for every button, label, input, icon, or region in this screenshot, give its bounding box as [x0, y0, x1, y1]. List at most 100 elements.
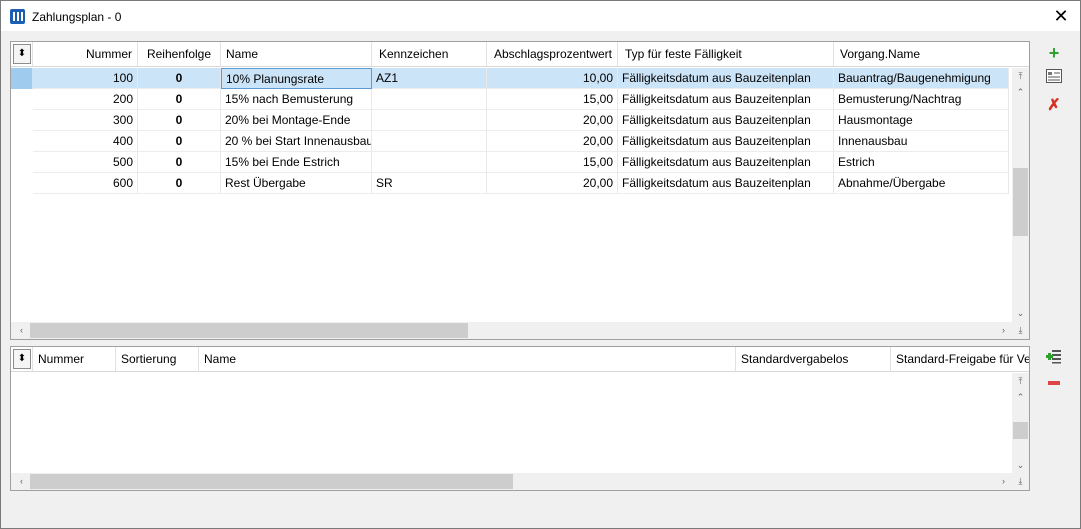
row-indicator[interactable] [11, 89, 32, 110]
sort-updown-icon[interactable]: ⬍ [13, 349, 31, 369]
vertical-scrollbar-2[interactable]: ⤒ ⌃ ⌄ [1012, 373, 1029, 475]
column-header-name[interactable]: Name [221, 42, 372, 67]
zahlungsplan-window: Zahlungsplan - 0 ✕ ⬍ Nummer Reihenfolge … [0, 0, 1081, 529]
scroll-left-icon[interactable]: ‹ [13, 473, 30, 490]
scroll-right-icon[interactable]: › [995, 322, 1012, 339]
payment-plan-grid: ⬍ Nummer Reihenfolge Name Kennzeichen Ab… [10, 41, 1030, 340]
cell-vorgang-name[interactable]: Innenausbau [834, 131, 1009, 152]
cell-name[interactable]: 15% bei Ende Estrich [221, 152, 372, 173]
column-header-kennzeichen[interactable]: Kennzeichen [372, 42, 487, 67]
cell-abschlagsprozentwert[interactable]: 15,00 [487, 152, 618, 173]
column-header-reihenfolge[interactable]: Reihenfolge [138, 42, 221, 67]
column-header-abschlagsprozentwert[interactable]: Abschlagsprozentwert [487, 42, 618, 67]
cell-reihenfolge[interactable]: 0 [138, 110, 221, 131]
column-header-standard-freigabe[interactable]: Standard-Freigabe für Ver [891, 347, 1029, 372]
horizontal-scroll-thumb-2[interactable] [30, 474, 513, 489]
scroll-up-icon[interactable]: ⌃ [1012, 389, 1029, 406]
table-row[interactable]: 500 0 15% bei Ende Estrich 15,00 Fälligkeits… [11, 152, 1009, 173]
app-icon [10, 9, 25, 24]
column-header-sortierung[interactable]: Sortierung [116, 347, 199, 372]
cell-reihenfolge[interactable]: 0 [138, 152, 221, 173]
scroll-up-icon[interactable]: ⌃ [1012, 84, 1029, 101]
cell-typ[interactable]: Fälligkeitsdatum aus Bauzeitenplan [618, 110, 834, 131]
cell-kennzeichen[interactable] [372, 152, 487, 173]
cell-vorgang-name[interactable]: Abnahme/Übergabe [834, 173, 1009, 194]
column-header-standardvergabelos[interactable]: Standardvergabelos [736, 347, 891, 372]
column-header-vorgang-name[interactable]: Vorgang.Name [834, 42, 1029, 67]
cell-nummer[interactable]: 300 [33, 110, 138, 131]
plus-icon[interactable]: + [1044, 43, 1064, 63]
close-icon[interactable]: ✕ [1050, 5, 1072, 27]
column-header-nummer-2[interactable]: Nummer [33, 347, 116, 372]
cell-typ[interactable]: Fälligkeitsdatum aus Bauzeitenplan [618, 173, 834, 194]
sort-updown-icon[interactable]: ⬍ [13, 44, 31, 64]
cell-vorgang-name[interactable]: Bauantrag/Baugenehmigung [834, 68, 1009, 89]
row-indicator[interactable] [11, 68, 32, 89]
cell-reihenfolge[interactable]: 0 [138, 173, 221, 194]
scroll-top-icon[interactable]: ⤒ [1012, 373, 1029, 390]
cell-kennzeichen[interactable] [372, 110, 487, 131]
scroll-bottom-icon[interactable]: ⤓ [1012, 322, 1029, 339]
cell-vorgang-name[interactable]: Estrich [834, 152, 1009, 173]
cell-nummer[interactable]: 100 [33, 68, 138, 89]
column-header-typ[interactable]: Typ für feste Fälligkeit [618, 42, 834, 67]
cell-name[interactable]: 20% bei Montage-Ende [221, 110, 372, 131]
sort-header-cell: ⬍ [11, 42, 33, 67]
delete-x-icon[interactable]: ✗ [1044, 96, 1064, 116]
cell-name[interactable]: 10% Planungsrate [221, 68, 372, 89]
scroll-bottom-icon[interactable]: ⤓ [1012, 473, 1029, 490]
cell-name[interactable]: 15% nach Bemusterung [221, 89, 372, 110]
table-row[interactable]: 200 0 15% nach Bemusterung 15,00 Fälligkeits… [11, 89, 1009, 110]
cell-kennzeichen[interactable]: AZ1 [372, 68, 487, 89]
cell-typ[interactable]: Fälligkeitsdatum aus Bauzeitenplan [618, 131, 834, 152]
vertical-scrollbar[interactable]: ⤒ ⌃ ⌄ [1012, 68, 1029, 324]
details-icon[interactable] [1044, 69, 1064, 89]
cell-kennzeichen[interactable] [372, 131, 487, 152]
table-row[interactable]: 300 0 20% bei Montage-Ende 20,00 Fälligkeits… [11, 110, 1009, 131]
detail-grid: ⬍ Nummer Sortierung Name Standardvergabe… [10, 346, 1030, 491]
cell-kennzeichen[interactable] [372, 89, 487, 110]
scroll-right-icon[interactable]: › [995, 473, 1012, 490]
cell-reihenfolge[interactable]: 0 [138, 89, 221, 110]
cell-nummer[interactable]: 600 [33, 173, 138, 194]
horizontal-scroll-thumb[interactable] [30, 323, 468, 338]
cell-vorgang-name[interactable]: Hausmontage [834, 110, 1009, 131]
horizontal-scrollbar[interactable]: ‹ › ⤓ [11, 322, 1029, 339]
row-indicator[interactable] [11, 110, 32, 131]
add-list-icon[interactable] [1044, 348, 1064, 368]
scroll-down-icon[interactable]: ⌄ [1012, 457, 1029, 474]
cell-abschlagsprozentwert[interactable]: 20,00 [487, 110, 618, 131]
scroll-down-icon[interactable]: ⌄ [1012, 305, 1029, 322]
cell-reihenfolge[interactable]: 0 [138, 131, 221, 152]
row-indicator[interactable] [11, 173, 32, 194]
vertical-scroll-thumb[interactable] [1013, 168, 1028, 236]
row-indicator[interactable] [11, 131, 32, 152]
horizontal-scrollbar-2[interactable]: ‹ › ⤓ [11, 473, 1029, 490]
vertical-scroll-thumb-2[interactable] [1013, 422, 1028, 439]
sort-header-cell-2: ⬍ [11, 347, 33, 372]
column-header-name-2[interactable]: Name [199, 347, 736, 372]
row-indicator[interactable] [11, 152, 32, 173]
cell-typ[interactable]: Fälligkeitsdatum aus Bauzeitenplan [618, 152, 834, 173]
cell-typ[interactable]: Fälligkeitsdatum aus Bauzeitenplan [618, 68, 834, 89]
cell-abschlagsprozentwert[interactable]: 15,00 [487, 89, 618, 110]
scroll-top-icon[interactable]: ⤒ [1012, 68, 1029, 85]
table-row[interactable]: 100 0 10% Planungsrate AZ1 10,00 Fälligkeitsd… [11, 68, 1009, 89]
cell-name[interactable]: Rest Übergabe [221, 173, 372, 194]
table-row[interactable]: 600 0 Rest Übergabe SR 20,00 Fälligkeitsdatum… [11, 173, 1009, 194]
cell-nummer[interactable]: 400 [33, 131, 138, 152]
minus-icon[interactable] [1044, 376, 1064, 396]
cell-typ[interactable]: Fälligkeitsdatum aus Bauzeitenplan [618, 89, 834, 110]
column-header-nummer[interactable]: Nummer [33, 42, 138, 67]
cell-kennzeichen[interactable]: SR [372, 173, 487, 194]
cell-nummer[interactable]: 500 [33, 152, 138, 173]
cell-vorgang-name[interactable]: Bemusterung/Nachtrag [834, 89, 1009, 110]
cell-abschlagsprozentwert[interactable]: 10,00 [487, 68, 618, 89]
cell-nummer[interactable]: 200 [33, 89, 138, 110]
scroll-left-icon[interactable]: ‹ [13, 322, 30, 339]
cell-reihenfolge[interactable]: 0 [138, 68, 221, 89]
cell-abschlagsprozentwert[interactable]: 20,00 [487, 173, 618, 194]
table-row[interactable]: 400 0 20 % bei Start Innenausbau 20,00 Fälli… [11, 131, 1009, 152]
cell-abschlagsprozentwert[interactable]: 20,00 [487, 131, 618, 152]
cell-name[interactable]: 20 % bei Start Innenausbau [221, 131, 372, 152]
